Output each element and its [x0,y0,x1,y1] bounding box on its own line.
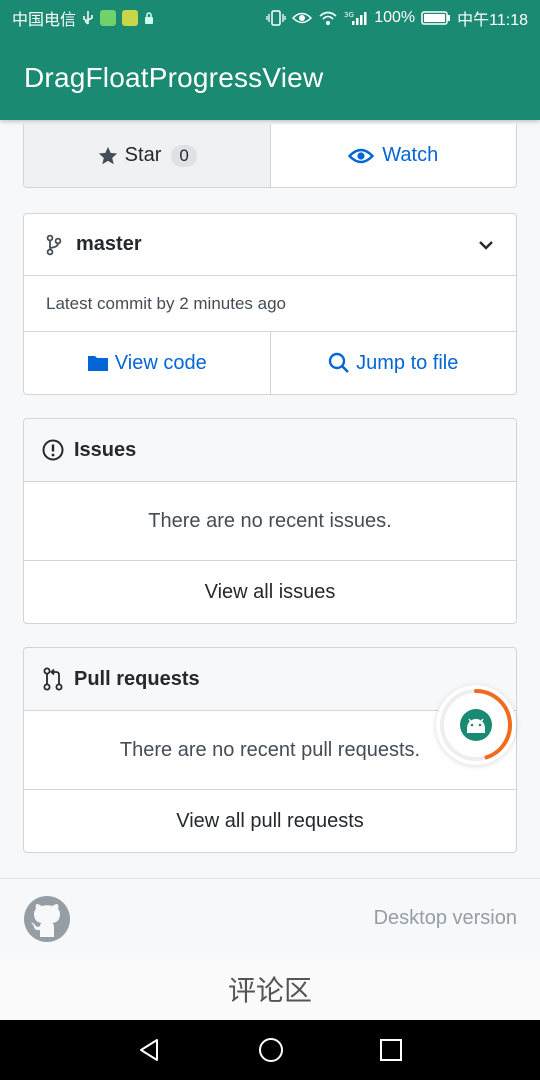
star-watch-group: Star 0 Watch [23,124,517,188]
git-branch-icon [46,234,62,255]
view-all-pull-requests-button[interactable]: View all pull requests [24,790,516,852]
svg-text:3G: 3G [344,11,354,19]
branch-box: master Latest commit by 2 minutes ago Vi… [23,213,517,395]
issues-title: Issues [74,438,137,461]
folder-icon [87,356,108,371]
navigation-bar [0,1020,540,1080]
android-icon [460,709,492,741]
shield-app-icon [100,10,117,26]
git-pull-request-icon [43,667,63,691]
star-button[interactable]: Star 0 [24,124,271,187]
github-logo-icon[interactable] [23,895,71,943]
view-all-issues-button[interactable]: View all issues [24,561,516,623]
pull-requests-title: Pull requests [74,667,200,690]
star-icon [98,146,117,164]
app-notification-icon [122,10,139,26]
eye-icon [348,148,375,163]
recents-icon[interactable] [379,1038,403,1062]
status-bar: 中国电信 3G 100% 中午11:18 [0,0,540,36]
issues-card: Issues There are no recent issues. View … [23,418,517,624]
usb-icon [82,10,94,26]
comment-area[interactable]: 评论区 [0,958,540,1020]
drag-float-progress-button[interactable] [436,685,516,765]
view-code-button[interactable]: View code [24,332,270,394]
watch-label: Watch [382,144,439,166]
issues-header: Issues [24,419,516,482]
search-icon [328,352,350,373]
branch-name: master [76,233,142,255]
battery-percent: 100% [374,9,416,26]
jump-to-file-label: Jump to file [356,351,459,374]
page-footer: Desktop version [0,878,540,958]
lock-icon [144,11,154,25]
jump-to-file-button[interactable]: Jump to file [269,332,517,394]
app-bar: DragFloatProgressView [0,36,540,120]
issues-empty-text: There are no recent issues. [24,482,516,561]
code-actions: View code Jump to file [24,332,516,394]
eye-icon [292,11,313,25]
battery-icon [421,11,451,25]
desktop-version-link[interactable]: Desktop version [374,907,517,930]
branch-selector[interactable]: master [24,214,516,276]
carrier-label: 中国电信 [12,12,77,29]
signal-icon: 3G [344,10,368,26]
app-title: DragFloatProgressView [24,62,324,93]
clock: 中午11:18 [457,12,528,29]
view-code-label: View code [114,351,207,374]
back-icon[interactable] [137,1037,163,1063]
vibrate-icon [266,10,286,26]
watch-button[interactable]: Watch [271,124,517,187]
home-icon[interactable] [258,1037,284,1063]
issue-icon [42,439,64,461]
latest-commit: Latest commit by 2 minutes ago [24,276,516,332]
wifi-icon [318,10,338,26]
chevron-down-icon [479,240,493,250]
star-count: 0 [171,144,197,167]
star-label: Star [124,144,162,166]
